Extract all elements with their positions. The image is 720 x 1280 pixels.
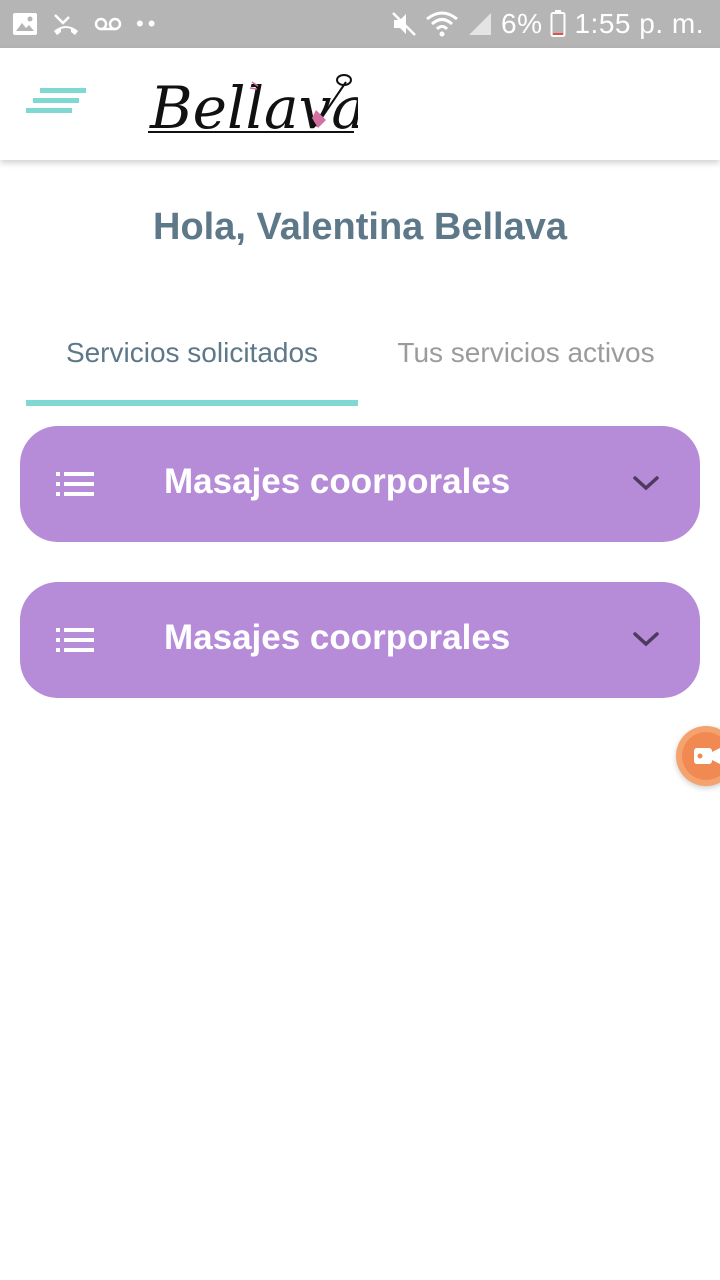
hamburger-menu-icon xyxy=(26,88,86,113)
service-title: Masajes coorporales xyxy=(164,462,511,501)
missed-call-icon xyxy=(54,14,78,35)
screen-recorder-icon xyxy=(682,732,720,780)
signal-icon xyxy=(469,13,492,35)
active-tab-indicator xyxy=(26,400,358,406)
chevron-down-icon[interactable] xyxy=(632,628,660,650)
gallery-icon xyxy=(13,13,37,35)
mute-icon xyxy=(392,12,416,36)
status-bar: •• 6% 1:55 p. m. xyxy=(0,0,720,48)
service-card[interactable]: Masajes coorporales xyxy=(20,582,700,698)
status-right-icons: 6% 1:55 p. m. xyxy=(391,6,704,42)
service-title: Masajes coorporales xyxy=(164,618,511,657)
app-bar: Bellava xyxy=(0,48,720,160)
greeting-title: Hola, Valentina Bellava xyxy=(153,206,567,248)
app-logo: Bellava xyxy=(146,68,366,142)
tab-servicios-solicitados[interactable]: Servicios solicitados xyxy=(26,318,358,388)
wifi-icon xyxy=(426,11,458,37)
clock: 1:55 p. m. xyxy=(574,8,704,39)
list-icon xyxy=(56,472,94,496)
list-icon xyxy=(56,628,94,652)
status-left-icons: •• xyxy=(12,10,159,38)
chevron-down-icon[interactable] xyxy=(632,472,660,494)
battery-icon xyxy=(550,10,566,37)
tab-servicios-activos[interactable]: Tus servicios activos xyxy=(358,318,694,388)
service-tabs: Servicios solicitados Tus servicios acti… xyxy=(26,318,694,408)
battery-percent: 6% xyxy=(501,8,543,39)
voicemail-icon xyxy=(94,17,122,31)
notification-dots: •• xyxy=(136,11,160,36)
screen-recorder-bubble[interactable] xyxy=(676,726,720,786)
menu-button[interactable] xyxy=(20,78,92,130)
service-card[interactable]: Masajes coorporales xyxy=(20,426,700,542)
